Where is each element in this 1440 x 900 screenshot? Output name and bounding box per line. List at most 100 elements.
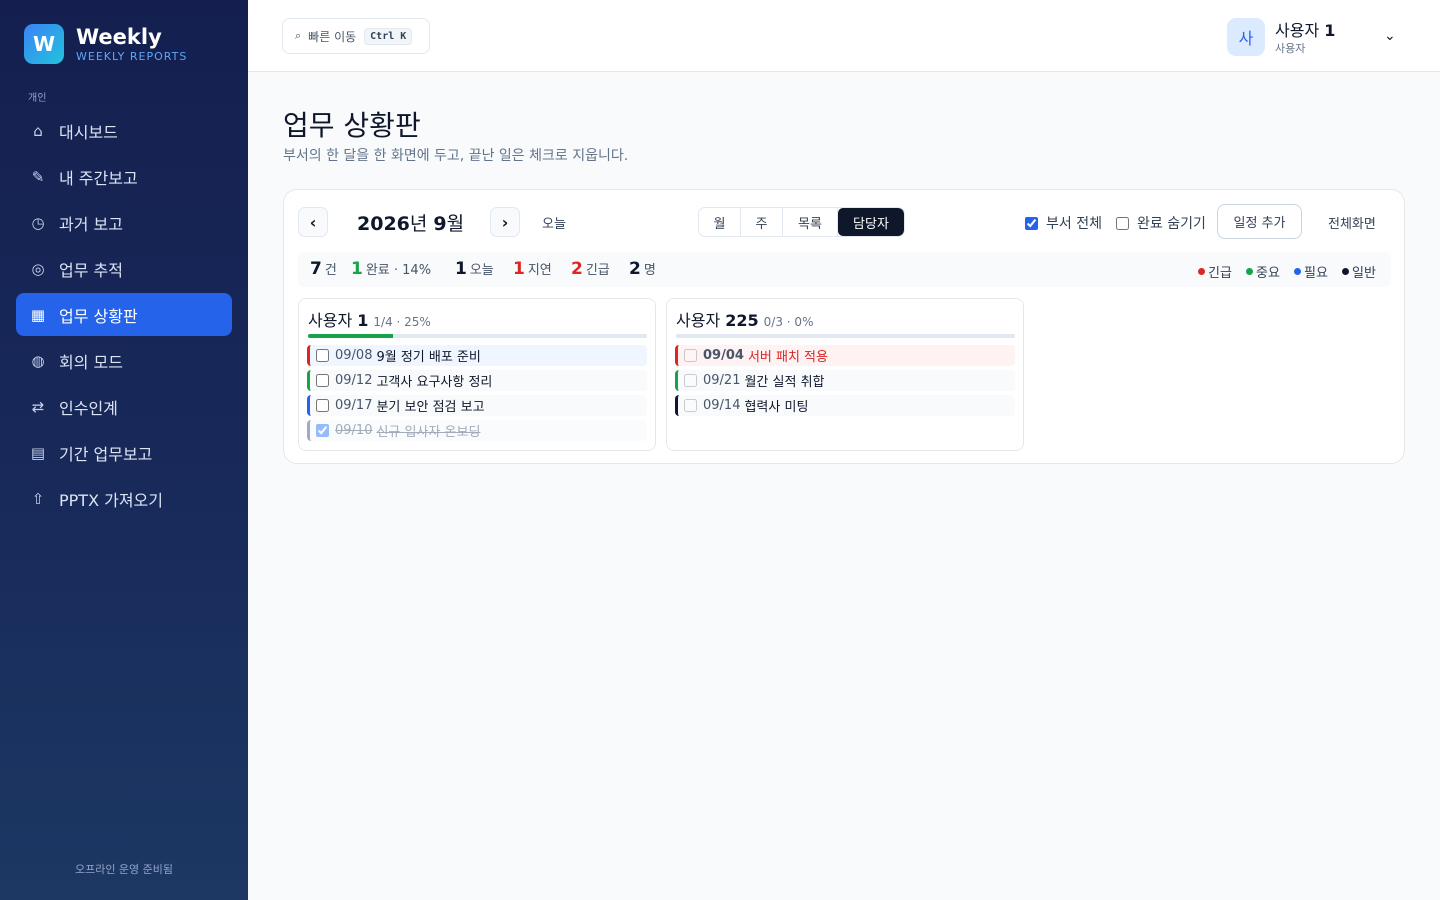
target-icon: ◎	[31, 259, 45, 278]
legend-item-2: 필요	[1294, 262, 1328, 281]
task-checkbox[interactable]	[684, 374, 697, 387]
stat-overdue: 1 지연	[513, 259, 552, 279]
hide-done-toggle[interactable]: 완료 숨기기	[1116, 213, 1206, 233]
status-board: ‹ 2026년 9월 › 오늘 월 주 목록 담당자 부서 전체 완료 숨기기 일정 …	[283, 189, 1405, 464]
sidebar-item-1[interactable]: ✎ 내 주간보고	[16, 155, 232, 198]
assignee-name[interactable]: 사용자 1 1/4 · 25%	[308, 307, 431, 331]
assignee-name-prefix: 사용자	[308, 311, 353, 330]
task-checkbox[interactable]	[316, 399, 329, 412]
sidebar-item-label: 기간 업무보고	[59, 444, 153, 464]
sidebar-item-label: PPTX 가져오기	[59, 490, 163, 510]
legend-dot-icon	[1198, 268, 1205, 275]
sidebar-item-2[interactable]: ◷ 과거 보고	[16, 201, 232, 244]
task-title: 서버 패치 적용	[747, 350, 828, 365]
stat-urgent: 2 긴급	[571, 259, 610, 279]
brand-subtitle: WEEKLY REPORTS	[76, 49, 188, 63]
assignee-name[interactable]: 사용자 225 0/3 · 0%	[676, 307, 813, 331]
task-checkbox[interactable]	[316, 349, 329, 362]
task-item[interactable]: 09/14 협력사 미팅	[675, 395, 1015, 416]
sidebar-item-3[interactable]: ◎ 업무 추적	[16, 247, 232, 290]
stat-urgent-value: 2	[571, 259, 583, 279]
progress-bar	[676, 334, 1015, 338]
legend-dot-icon	[1342, 268, 1349, 275]
task-item[interactable]: 09/08 9월 정기 배포 준비	[307, 345, 647, 366]
clock-icon: ◷	[31, 213, 45, 232]
board-icon: ▦	[30, 305, 46, 324]
sidebar-item-4[interactable]: ▦ 업무 상황판	[16, 293, 232, 336]
task-title: 고객사 요구사항 정리	[376, 375, 493, 390]
hide-done-checkbox[interactable]	[1116, 216, 1129, 230]
legend-dot-icon	[1246, 268, 1253, 275]
task-checkbox[interactable]	[684, 349, 697, 362]
sidebar-item-7[interactable]: ▤ 기간 업무보고	[16, 431, 232, 474]
task-title: 9월 정기 배포 준비	[376, 350, 481, 365]
progress-bar	[308, 334, 647, 338]
progress-fill	[308, 334, 393, 338]
brand[interactable]: W Weekly WEEKLY REPORTS	[24, 24, 187, 64]
sidebar-item-6[interactable]: ⇄ 인수인계	[16, 385, 232, 428]
stat-total-unit: 건	[324, 263, 337, 278]
brand-logo: W	[24, 24, 64, 64]
user-name-prefix: 사용자	[1275, 21, 1320, 40]
top-header: ⌕ 빠른 이동 Ctrl K 사 사용자 1 사용자 ⌄	[248, 0, 1440, 72]
assignee-progress-text: 0/3 · 0%	[763, 315, 814, 329]
chevron-down-icon[interactable]: ⌄	[1384, 28, 1396, 44]
dept-all-label: 부서 전체	[1046, 216, 1102, 232]
month-suffix: 월	[446, 213, 465, 235]
dept-all-toggle[interactable]: 부서 전체	[1025, 213, 1102, 233]
legend-dot-icon	[1294, 268, 1301, 275]
stat-today-label: 오늘	[469, 263, 494, 278]
offline-status: 오프라인 운영 준비됨	[74, 863, 174, 876]
legend-item-3: 일반	[1342, 262, 1376, 281]
avatar: 사	[1227, 17, 1265, 56]
fullscreen-button[interactable]: 전체화면	[1328, 213, 1376, 232]
view-tab-1[interactable]: 주	[741, 208, 783, 236]
user-name: 사용자 1	[1275, 17, 1335, 41]
user-menu[interactable]: 사 사용자 1 사용자	[1227, 17, 1335, 56]
task-date: 09/12	[335, 373, 373, 388]
prev-month-button[interactable]: ‹	[298, 207, 328, 237]
dept-all-checkbox[interactable]	[1025, 216, 1038, 230]
sidebar-nav: ⌂ 대시보드 ✎ 내 주간보고 ◷ 과거 보고 ◎ 업무 추적 ▦ 업무 상황판 ◍ 회의 모드 ⇄ 인수…	[16, 109, 232, 523]
view-tab-2[interactable]: 목록	[783, 208, 838, 236]
add-event-button[interactable]: 일정 추가	[1217, 204, 1302, 239]
task-checkbox[interactable]	[684, 399, 697, 412]
user-role: 사용자	[1275, 42, 1306, 55]
task-checkbox[interactable]	[316, 374, 329, 387]
stat-people: 2명	[629, 259, 656, 279]
assignee-progress-text: 1/4 · 25%	[373, 315, 431, 329]
quick-nav-button[interactable]: ⌕ 빠른 이동 Ctrl K	[282, 18, 430, 54]
month-label: 2026년 9월	[357, 209, 464, 236]
swap-icon: ⇄	[31, 397, 45, 416]
stat-total-value: 7	[310, 259, 322, 279]
stat-today: 1 오늘	[455, 259, 494, 279]
brand-name: Weekly	[76, 24, 162, 49]
today-button[interactable]: 오늘	[542, 213, 566, 232]
sidebar-item-label: 인수인계	[59, 398, 118, 418]
task-checkbox[interactable]	[316, 424, 329, 437]
view-tab-3[interactable]: 담당자	[838, 208, 904, 236]
assignee-card: 사용자 1 1/4 · 25% 09/08 9월 정기 배포 준비 09/12 고객사 요…	[298, 298, 656, 451]
view-tab-0[interactable]: 월	[699, 208, 741, 236]
sidebar-item-label: 과거 보고	[59, 214, 123, 234]
user-info: 사용자 1 사용자	[1275, 17, 1335, 56]
brand-text: Weekly WEEKLY REPORTS	[76, 26, 187, 63]
year-suffix: 년	[409, 213, 428, 235]
sidebar-item-0[interactable]: ⌂ 대시보드	[16, 109, 232, 152]
assignee-card: 사용자 225 0/3 · 0% 09/04 서버 패치 적용 09/21 월간 실적 취…	[666, 298, 1024, 451]
search-icon: ⌕	[295, 29, 302, 42]
task-date: 09/04	[703, 348, 744, 363]
next-month-button[interactable]: ›	[490, 207, 520, 237]
stat-people-unit: 명	[643, 263, 656, 278]
sidebar-item-5[interactable]: ◍ 회의 모드	[16, 339, 232, 382]
task-item[interactable]: 09/04 서버 패치 적용	[675, 345, 1015, 366]
task-item[interactable]: 09/21 월간 실적 취합	[675, 370, 1015, 391]
task-item[interactable]: 09/12 고객사 요구사항 정리	[307, 370, 647, 391]
sidebar-item-8[interactable]: ⇧ PPTX 가져오기	[16, 477, 232, 520]
quick-nav-label: 빠른 이동	[308, 29, 357, 44]
task-item[interactable]: 09/10 신규 입사자 온보딩	[307, 420, 647, 441]
stat-urgent-label: 긴급	[585, 263, 610, 278]
task-item[interactable]: 09/17 분기 보안 점검 보고	[307, 395, 647, 416]
task-title: 신규 입사자 온보딩	[376, 425, 481, 440]
upload-icon: ⇧	[31, 489, 45, 508]
